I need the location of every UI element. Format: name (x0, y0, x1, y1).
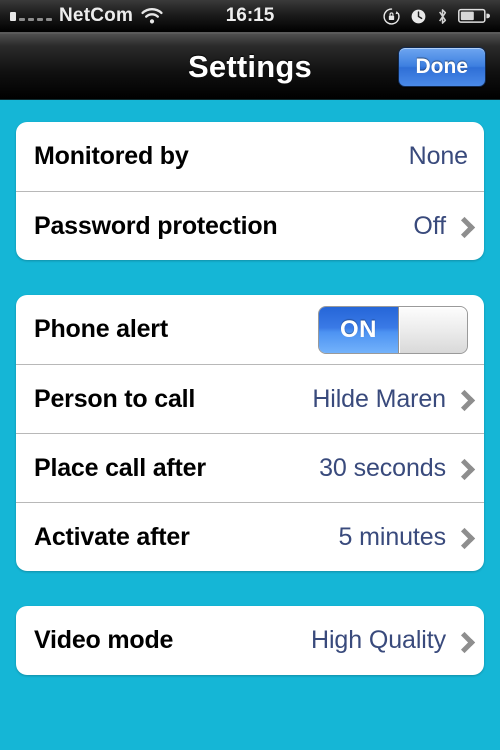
row-value: High Quality (311, 626, 446, 654)
row-label: Activate after (34, 522, 190, 551)
row-label: Phone alert (34, 315, 168, 343)
toggle-track: ON (319, 306, 399, 353)
rotation-lock-icon (382, 7, 401, 26)
phone-alert-toggle[interactable]: ON (318, 305, 468, 354)
row-accessory: 30 seconds (319, 454, 468, 483)
settings-content: Monitored by None Password protection Of… (0, 122, 500, 675)
row-activate-after[interactable]: Activate after 5 minutes (16, 502, 484, 571)
phone-screen: NetCom 16:15 Settings Done Monitored by … (0, 0, 500, 750)
bluetooth-icon (436, 7, 449, 26)
row-value: Off (413, 211, 446, 240)
chevron-right-icon (457, 459, 468, 477)
row-label: Place call after (34, 453, 206, 482)
signal-strength-icon (10, 11, 52, 21)
row-place-call-after[interactable]: Place call after 30 seconds (16, 433, 484, 502)
row-label: Person to call (34, 384, 196, 413)
row-accessory: 5 minutes (339, 523, 469, 552)
row-phone-alert[interactable]: Phone alert ON (16, 295, 484, 364)
page-title: Settings (188, 48, 312, 84)
row-label: Password protection (34, 211, 278, 240)
chevron-right-icon (457, 528, 468, 546)
row-person-to-call[interactable]: Person to call Hilde Maren (16, 364, 484, 433)
alarm-clock-icon (410, 8, 427, 25)
row-monitored-by[interactable]: Monitored by None (16, 122, 484, 191)
row-accessory: High Quality (311, 626, 468, 655)
chevron-right-icon (457, 632, 468, 650)
row-accessory: None (409, 142, 468, 171)
done-button[interactable]: Done (397, 46, 486, 87)
settings-group-1: Monitored by None Password protection Of… (16, 122, 484, 260)
row-accessory: Hilde Maren (312, 385, 468, 414)
battery-icon (458, 8, 490, 24)
row-value: Hilde Maren (312, 384, 446, 413)
status-bar-left: NetCom (10, 5, 382, 27)
row-label: Video mode (34, 626, 174, 654)
row-accessory: Off (413, 212, 468, 241)
chevron-right-icon (457, 217, 468, 235)
row-video-mode[interactable]: Video mode High Quality (16, 606, 484, 675)
wifi-icon (140, 7, 164, 25)
status-bar: NetCom 16:15 (0, 0, 500, 34)
row-label: Monitored by (34, 142, 189, 170)
row-value: 30 seconds (319, 453, 446, 482)
row-accessory: ON (318, 305, 468, 354)
row-value: None (408, 142, 468, 170)
chevron-right-icon (457, 390, 468, 408)
toggle-knob[interactable] (399, 306, 467, 353)
row-password-protection[interactable]: Password protection Off (16, 191, 484, 260)
status-bar-right (382, 7, 490, 26)
row-value: 5 minutes (338, 522, 447, 551)
carrier-label: NetCom (59, 5, 134, 26)
toggle-state-label: ON (340, 315, 377, 343)
navigation-bar: Settings Done (0, 34, 500, 100)
settings-group-3: Video mode High Quality (16, 606, 484, 675)
settings-group-2: Phone alert ON Person to call Hilde Mare… (16, 295, 484, 571)
